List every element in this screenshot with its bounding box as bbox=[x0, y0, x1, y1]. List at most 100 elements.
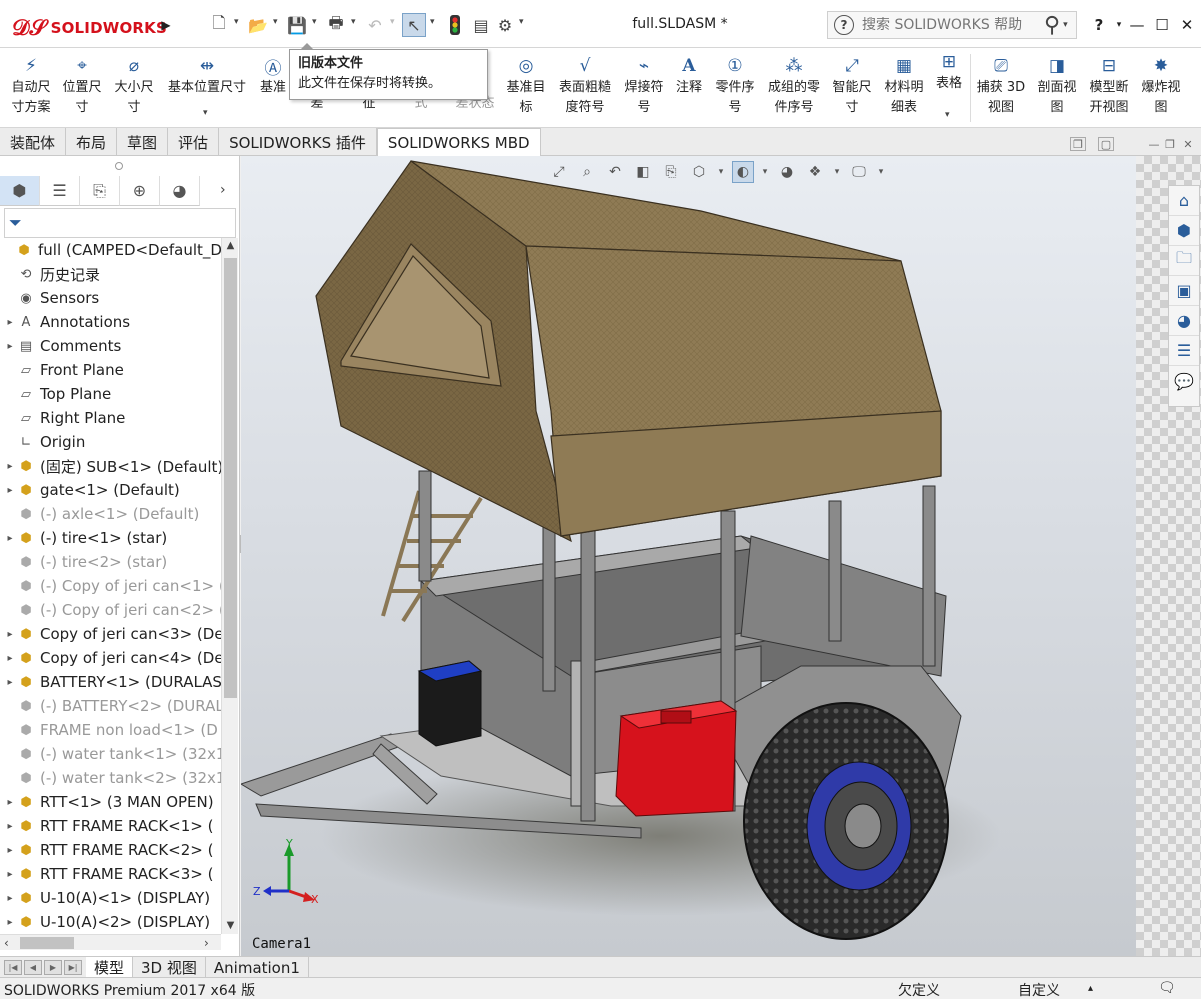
tree-expand-icon[interactable]: ▸ bbox=[4, 653, 16, 664]
view-settings-dropdown-icon[interactable]: ▾ bbox=[876, 161, 886, 183]
display-style-dropdown-icon[interactable]: ▾ bbox=[760, 161, 770, 183]
bom-button[interactable]: ▦ 材料明 细表 bbox=[879, 54, 929, 118]
tree-item[interactable]: ⬢ (-) BATTERY<2> (DURAL bbox=[0, 694, 221, 718]
solidworks-resources-home-icon[interactable]: ⌂ bbox=[1169, 186, 1199, 216]
trailer-model-render[interactable]: Y X Z bbox=[241, 156, 1136, 956]
viewport-close-icon[interactable]: ✕ bbox=[1180, 137, 1196, 151]
tree-item[interactable]: ⬢ FRAME non load<1> (D bbox=[0, 718, 221, 742]
feature-manager-tab-icon[interactable]: ⬢ bbox=[0, 176, 40, 206]
size-dimension-button[interactable]: ⌀ 大小尺 寸 bbox=[110, 54, 158, 118]
search-dropdown-icon[interactable]: ▾ bbox=[1063, 20, 1068, 30]
table-dropdown-icon[interactable]: ▾ bbox=[945, 110, 950, 120]
zoom-to-fit-icon[interactable]: ⤢ bbox=[548, 161, 570, 183]
tree-item[interactable]: ▸ ⬢ U-10(A)<1> (DISPLAY) bbox=[0, 886, 221, 910]
balloon-button[interactable]: ① 零件序 号 bbox=[711, 54, 759, 118]
tree-item[interactable]: ∟ Origin bbox=[0, 430, 221, 454]
search-magnifier-icon[interactable]: ⚲ bbox=[1044, 13, 1060, 38]
last-tab-icon[interactable]: ▶| bbox=[64, 959, 82, 975]
file-explorer-folder-icon[interactable]: 🗀 bbox=[1169, 246, 1199, 276]
surface-finish-button[interactable]: √ 表面粗糙 度符号 bbox=[554, 54, 616, 118]
tree-expand-icon[interactable]: ▸ bbox=[4, 533, 16, 544]
previous-view-icon[interactable]: ↶ bbox=[604, 161, 626, 183]
edit-appearance-icon[interactable]: ◕ bbox=[776, 161, 798, 183]
dynamic-annotation-icon[interactable]: ⎘ bbox=[660, 161, 682, 183]
print-icon[interactable]: 🖶 bbox=[324, 13, 348, 37]
tree-expand-icon[interactable]: ▸ bbox=[4, 797, 16, 808]
tree-item[interactable]: ⬢ (-) axle<1> (Default) bbox=[0, 502, 221, 526]
tab-addins[interactable]: SOLIDWORKS 插件 bbox=[219, 128, 377, 156]
select-pointer-icon[interactable]: ↖ bbox=[402, 13, 426, 37]
view-palette-icon[interactable]: ▣ bbox=[1169, 276, 1199, 306]
panel-grip-handle[interactable] bbox=[115, 162, 123, 170]
display-style-icon[interactable]: ◐ bbox=[732, 161, 754, 183]
help-search-box[interactable]: ? ⚲ ▾ bbox=[827, 11, 1077, 39]
tab-layout[interactable]: 布局 bbox=[66, 128, 118, 156]
weld-symbol-button[interactable]: ⌁ 焊接符 号 bbox=[621, 54, 667, 118]
tree-item[interactable]: ▸ A Annotations bbox=[0, 310, 221, 334]
view-orientation-dropdown-icon[interactable]: ▾ bbox=[716, 161, 726, 183]
tree-item[interactable]: ▸ ⬢ BATTERY<1> (DURALAS bbox=[0, 670, 221, 694]
tree-expand-icon[interactable]: ▸ bbox=[4, 461, 16, 472]
next-tab-icon[interactable]: ▶ bbox=[44, 959, 62, 975]
tree-item[interactable]: ⟲ 历史记录 bbox=[0, 262, 221, 286]
tree-item[interactable]: ▸ ⬢ RTT FRAME RACK<1> ( bbox=[0, 814, 221, 838]
panel-more-chevron-icon[interactable]: › bbox=[220, 182, 226, 198]
tab-mbd[interactable]: SOLIDWORKS MBD bbox=[376, 128, 541, 157]
tree-item[interactable]: ▸ ▤ Comments bbox=[0, 334, 221, 358]
viewport-maximize-icon[interactable]: ❐ bbox=[1162, 137, 1178, 151]
tree-item[interactable]: ▸ ⬢ RTT FRAME RACK<3> ( bbox=[0, 862, 221, 886]
tree-item[interactable]: ▸ ⬢ Copy of jeri can<4> (De bbox=[0, 646, 221, 670]
smart-dimension-button[interactable]: ⤢ 智能尺 寸 bbox=[829, 54, 875, 118]
tree-filter-box[interactable]: ⏷ bbox=[4, 208, 236, 238]
scroll-thumb[interactable] bbox=[224, 258, 237, 698]
tree-item[interactable]: ▸ ⬢ gate<1> (Default) bbox=[0, 478, 221, 502]
property-manager-tab-icon[interactable]: ☰ bbox=[40, 176, 80, 206]
maximize-button[interactable]: ☐ bbox=[1151, 13, 1173, 37]
tab-evaluate[interactable]: 评估 bbox=[168, 128, 220, 156]
scroll-left-icon[interactable]: ‹ bbox=[4, 935, 9, 951]
forum-chat-icon[interactable]: 💬 bbox=[1169, 366, 1199, 396]
tree-horizontal-scrollbar[interactable]: ‹ › bbox=[0, 934, 221, 950]
tree-expand-icon[interactable]: ▸ bbox=[4, 821, 16, 832]
viewport-tile-icon[interactable]: ▢ bbox=[1098, 137, 1114, 151]
exploded-view-button[interactable]: ✸ 爆炸视 图 bbox=[1137, 54, 1185, 118]
display-manager-tab-icon[interactable]: ◕ bbox=[160, 176, 200, 206]
status-quick-tips-icon[interactable]: 🗨 bbox=[1158, 980, 1176, 996]
viewport-minimize-icon[interactable]: — bbox=[1146, 137, 1162, 151]
appearances-scenes-icon[interactable]: ◕ bbox=[1169, 306, 1199, 336]
scroll-right-icon[interactable]: › bbox=[204, 935, 209, 951]
open-dropdown-icon[interactable]: ▾ bbox=[273, 17, 278, 27]
save-dropdown-icon[interactable]: ▾ bbox=[312, 17, 317, 27]
apply-scene-icon[interactable]: ❖ bbox=[804, 161, 826, 183]
tree-vertical-scrollbar[interactable]: ▲ ▼ bbox=[221, 238, 238, 934]
hscroll-thumb[interactable] bbox=[20, 937, 74, 949]
minimize-button[interactable]: — bbox=[1126, 13, 1148, 37]
options-dropdown-icon[interactable]: ▾ bbox=[519, 17, 524, 27]
table-button[interactable]: ⊞ 表格 bbox=[932, 50, 966, 94]
tree-item[interactable]: ▱ Right Plane bbox=[0, 406, 221, 430]
tree-expand-icon[interactable]: ▸ bbox=[4, 677, 16, 688]
file-properties-icon[interactable]: ▤ bbox=[470, 13, 492, 37]
menu-expand-button[interactable]: ▶ bbox=[159, 14, 173, 36]
auto-dimension-button[interactable]: ⚡ 自动尺 寸方案 bbox=[6, 54, 56, 118]
open-file-icon[interactable]: 📂 bbox=[246, 13, 270, 37]
basic-location-dropdown-icon[interactable]: ▾ bbox=[203, 108, 208, 118]
tree-item[interactable]: ▸ ⬢ (-) tire<1> (star) bbox=[0, 526, 221, 550]
rebuild-traffic-light-icon[interactable] bbox=[444, 13, 466, 37]
graphics-area[interactable]: Y X Z bbox=[241, 156, 1136, 956]
tree-item[interactable]: ◉ Sensors bbox=[0, 286, 221, 310]
tree-item[interactable]: ⬢ (-) water tank<2> (32x1 bbox=[0, 766, 221, 790]
tree-item[interactable]: ⬢ full (CAMPED<Default_Disp bbox=[0, 238, 221, 262]
tree-expand-icon[interactable]: ▸ bbox=[4, 341, 16, 352]
tree-expand-icon[interactable]: ▸ bbox=[4, 845, 16, 856]
tree-item[interactable]: ▸ ⬢ (固定) SUB<1> (Default) bbox=[0, 454, 221, 478]
basic-location-dimension-button[interactable]: ⇹ 基本位置尺寸 bbox=[162, 54, 252, 98]
tree-item[interactable]: ▸ ⬢ RTT<1> (3 MAN OPEN) bbox=[0, 790, 221, 814]
tree-expand-icon[interactable]: ▸ bbox=[4, 869, 16, 880]
tree-item[interactable]: ▱ Top Plane bbox=[0, 382, 221, 406]
tree-expand-icon[interactable]: ▸ bbox=[4, 317, 16, 328]
section-view-toggle-icon[interactable]: ◧ bbox=[632, 161, 654, 183]
tree-expand-icon[interactable]: ▸ bbox=[4, 917, 16, 928]
undo-dropdown-icon[interactable]: ▾ bbox=[390, 17, 395, 27]
tab-3d-views[interactable]: 3D 视图 bbox=[133, 957, 206, 978]
